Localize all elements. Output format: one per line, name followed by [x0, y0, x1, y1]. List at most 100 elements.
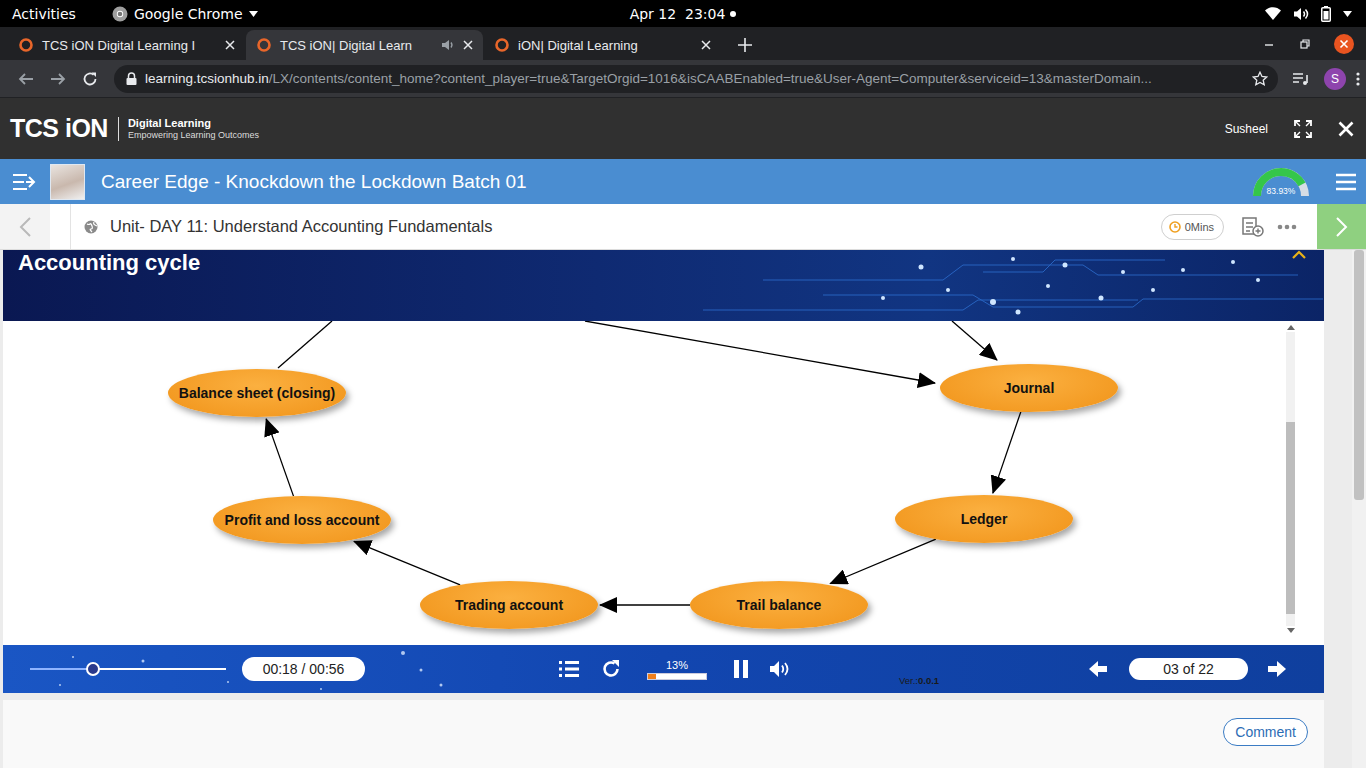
seek-fill	[30, 668, 93, 670]
battery-icon[interactable]	[1321, 6, 1331, 22]
url-text: learning.tcsionhub.in/LX/contents/conten…	[145, 71, 1244, 86]
close-window-icon[interactable]	[1334, 34, 1354, 54]
replay-icon[interactable]	[601, 659, 621, 679]
browser-tab[interactable]: TCS iON| Digital Learn	[246, 30, 483, 60]
volume-icon[interactable]	[769, 660, 791, 678]
diagram-edge	[585, 321, 935, 383]
lock-icon[interactable]	[126, 72, 137, 85]
new-tab-button[interactable]	[729, 30, 761, 60]
favicon-icon	[18, 37, 34, 53]
circuit-decoration	[3, 250, 1324, 321]
browser-tab[interactable]: TCS iON Digital Learning I	[8, 30, 245, 60]
tab-strip: TCS iON Digital Learning I TCS iON| Digit…	[0, 27, 1366, 60]
volume-icon[interactable]	[1293, 7, 1309, 21]
minimize-icon[interactable]	[1262, 37, 1276, 51]
diagram-edge	[600, 604, 690, 605]
forward-button[interactable]	[42, 71, 74, 87]
diagram-node: Trail balance	[690, 581, 868, 629]
course-image	[50, 164, 85, 200]
site-header: TCS iON Digital Learning Empowering Lear…	[0, 98, 1366, 159]
bookmark-star-icon[interactable]	[1252, 71, 1268, 87]
address-bar[interactable]: learning.tcsionhub.in/LX/contents/conten…	[114, 65, 1278, 93]
comment-button[interactable]: Comment	[1223, 718, 1308, 746]
profile-avatar[interactable]: S	[1324, 68, 1346, 90]
url-path: /LX/contents/content_home?content_player…	[269, 71, 1152, 86]
reload-icon	[82, 71, 98, 87]
seek-knob[interactable]	[86, 662, 100, 676]
dropdown-caret-icon	[249, 11, 258, 17]
notification-dot	[730, 11, 736, 17]
chrome-menu-icon[interactable]	[1356, 71, 1360, 87]
system-menu-caret-icon[interactable]	[1343, 11, 1352, 17]
next-slide-icon[interactable]	[1268, 660, 1286, 678]
player-controls: 00:18 / 00:56 13% Ver.:0.0.1 03 of 22	[3, 645, 1324, 693]
menu-collapse-icon[interactable]	[13, 173, 37, 191]
diagram-node: Trading account	[420, 581, 598, 629]
browser-tab[interactable]: iON| Digital Learning	[484, 30, 721, 60]
clock-text: Apr 12 23:04	[630, 6, 726, 22]
page-scroll-thumb[interactable]	[1354, 250, 1364, 500]
plus-icon	[738, 38, 752, 52]
scroll-down-icon[interactable]	[1287, 628, 1295, 633]
time-spent: 0Mins	[1185, 221, 1214, 233]
previous-slide-icon[interactable]	[1089, 660, 1107, 678]
tcs-ion-logo[interactable]: TCS iON	[10, 114, 108, 143]
version-prefix: Ver.:	[899, 675, 918, 686]
restore-icon[interactable]	[1298, 37, 1312, 51]
playlist-icon[interactable]	[559, 660, 579, 678]
slide-progress: 13%	[647, 659, 707, 680]
diagram-edge	[830, 539, 936, 583]
logo-divider	[118, 117, 119, 141]
page-scrollbar[interactable]	[1352, 250, 1366, 768]
chevron-right-icon	[1336, 217, 1348, 237]
more-options-icon[interactable]	[1277, 224, 1297, 230]
diagram-edge	[952, 321, 997, 360]
wifi-icon[interactable]	[1265, 7, 1281, 20]
clock-icon	[1169, 221, 1181, 233]
progress-percent: 13%	[666, 659, 688, 671]
tab-close-icon[interactable]	[225, 40, 235, 50]
activities-button[interactable]: Activities	[12, 6, 76, 22]
progress-fill	[648, 674, 656, 679]
progress-track	[647, 673, 707, 680]
tab-label: TCS iON Digital Learning I	[42, 38, 217, 53]
slide-scrollbar[interactable]	[1285, 325, 1296, 633]
back-button[interactable]	[10, 71, 42, 87]
course-progress-gauge: 83.93%	[1252, 167, 1310, 197]
version-number: 0.0.1	[918, 675, 939, 686]
course-bar: Career Edge - Knockdown the Lockdown Bat…	[0, 159, 1366, 204]
diagram-node: Balance sheet (closing)	[168, 369, 346, 417]
forward-arrow-icon	[50, 71, 66, 87]
scroll-up-icon[interactable]	[1287, 325, 1295, 330]
previous-unit-button[interactable]	[0, 204, 50, 249]
scroll-thumb[interactable]	[1286, 422, 1295, 614]
next-unit-button[interactable]	[1317, 204, 1366, 249]
fullscreen-icon[interactable]	[1294, 120, 1312, 138]
close-icon[interactable]	[1338, 121, 1354, 137]
tab-close-icon[interactable]	[463, 40, 473, 50]
tab-audio-icon[interactable]	[441, 39, 455, 51]
unit-bar: Unit- DAY 11: Understand Accounting Fund…	[0, 204, 1366, 250]
clock[interactable]: Apr 12 23:04	[630, 6, 737, 22]
divider	[70, 204, 71, 249]
app-menu[interactable]: Google Chrome	[112, 6, 258, 22]
media-control-icon[interactable]	[1292, 72, 1310, 86]
tab-label: TCS iON| Digital Learn	[280, 38, 433, 53]
back-arrow-icon	[18, 71, 34, 87]
page-indicator[interactable]: 03 of 22	[1129, 658, 1248, 680]
diagram-node: Ledger	[895, 495, 1073, 543]
time-display: 00:18 / 00:56	[242, 657, 365, 681]
diagram-edge	[278, 321, 332, 368]
hamburger-icon[interactable]	[1336, 173, 1356, 191]
tab-label: iON| Digital Learning	[518, 38, 693, 53]
course-title: Career Edge - Knockdown the Lockdown Bat…	[101, 171, 527, 193]
pause-icon[interactable]	[733, 659, 749, 679]
reload-button[interactable]	[74, 71, 106, 87]
chrome-icon	[112, 6, 128, 22]
tab-close-icon[interactable]	[701, 40, 711, 50]
seek-bar[interactable]	[30, 668, 226, 670]
favicon-icon	[256, 37, 272, 53]
notes-add-icon[interactable]	[1242, 217, 1264, 237]
collapse-chevron-icon[interactable]	[1292, 250, 1306, 259]
user-name[interactable]: Susheel	[1225, 122, 1268, 136]
